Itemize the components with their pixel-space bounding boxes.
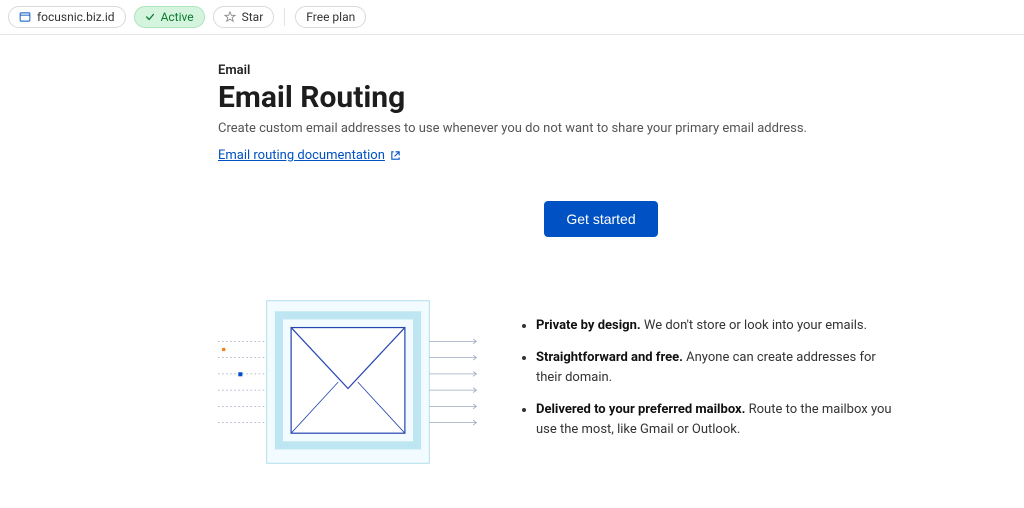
star-icon — [224, 11, 236, 23]
status-text: Active — [161, 10, 194, 24]
topbar: focusnic.biz.id Active Star Free plan — [0, 0, 1024, 35]
domain-text: focusnic.biz.id — [37, 10, 115, 24]
get-started-button[interactable]: Get started — [544, 201, 657, 237]
cta-row: Get started — [218, 201, 984, 237]
illustration-wrap — [218, 287, 478, 481]
domain-pill[interactable]: focusnic.biz.id — [8, 6, 126, 28]
breadcrumb: Email — [218, 63, 984, 78]
feature-item: Straightforward and free. Anyone can cre… — [536, 348, 898, 388]
feature-bold: Private by design. — [536, 318, 641, 333]
feature-item: Private by design. We don't store or loo… — [536, 316, 898, 336]
plan-text: Free plan — [306, 10, 355, 24]
email-illustration — [218, 287, 478, 477]
plan-pill[interactable]: Free plan — [295, 6, 366, 28]
page-subtitle: Create custom email addresses to use whe… — [218, 121, 984, 136]
star-pill[interactable]: Star — [213, 6, 275, 28]
feature-list: Private by design. We don't store or loo… — [518, 316, 898, 453]
page-title: Email Routing — [218, 80, 984, 115]
feature-rest: We don't store or look into your emails. — [641, 318, 867, 333]
doc-link-text: Email routing documentation — [218, 148, 385, 163]
website-icon — [19, 11, 31, 23]
check-icon — [145, 12, 155, 22]
doc-link[interactable]: Email routing documentation — [218, 148, 401, 163]
star-text: Star — [242, 10, 264, 24]
external-link-icon — [390, 150, 401, 161]
features-row: Private by design. We don't store or loo… — [218, 287, 984, 481]
feature-item: Delivered to your preferred mailbox. Rou… — [536, 400, 898, 440]
feature-bold: Delivered to your preferred mailbox. — [536, 402, 745, 417]
divider — [284, 8, 285, 26]
feature-bold: Straightforward and free. — [536, 350, 683, 365]
status-pill: Active — [134, 6, 205, 28]
content: Email Email Routing Create custom email … — [0, 35, 1024, 481]
